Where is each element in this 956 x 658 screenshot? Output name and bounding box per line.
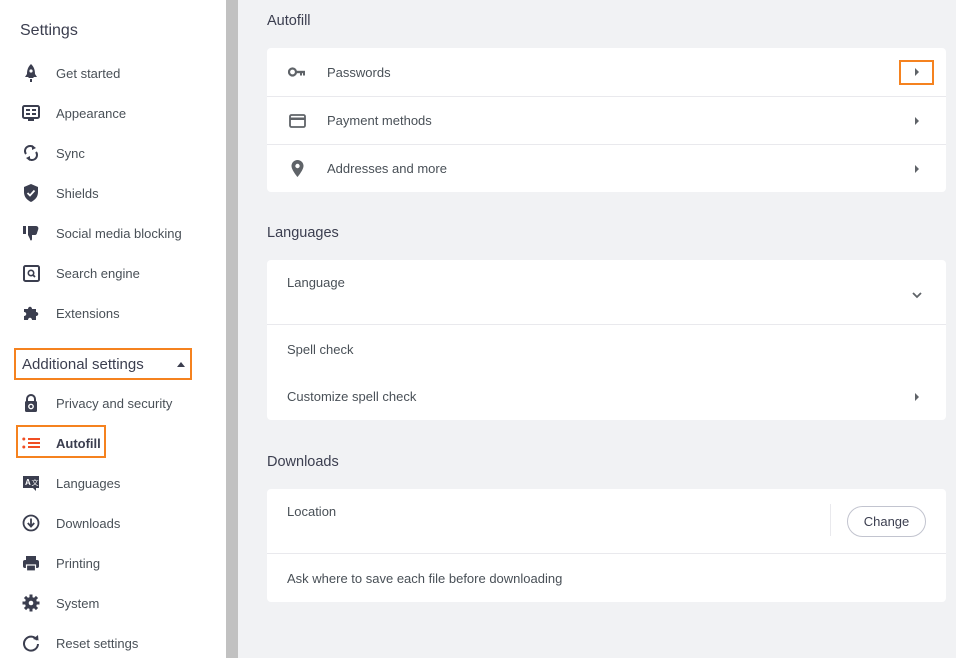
separator xyxy=(830,504,831,536)
sidebar-item-label: Appearance xyxy=(56,105,127,121)
language-label: Language xyxy=(287,275,345,290)
svg-text:文: 文 xyxy=(32,478,39,487)
rocket-icon xyxy=(20,62,42,84)
addresses-row[interactable]: Addresses and more xyxy=(267,145,946,192)
sidebar-item-downloads[interactable]: Downloads xyxy=(20,511,210,535)
payment-methods-row[interactable]: Payment methods xyxy=(267,97,946,145)
chevron-right-icon[interactable] xyxy=(915,392,919,401)
sidebar-scrollbar[interactable] xyxy=(226,0,238,658)
printer-icon xyxy=(20,552,42,574)
sidebar-item-label: System xyxy=(56,595,100,611)
sidebar-item-system[interactable]: System xyxy=(20,591,210,615)
sidebar-item-label: Autofill xyxy=(56,435,101,451)
downloads-card: Location Change Ask where to save each f… xyxy=(267,489,946,602)
payment-methods-label: Payment methods xyxy=(327,113,432,128)
sidebar-title: Settings xyxy=(20,22,78,39)
sidebar-item-extensions[interactable]: Extensions xyxy=(20,301,210,325)
chevron-right-icon[interactable] xyxy=(915,68,919,76)
location-pin-icon xyxy=(287,159,307,179)
autofill-section-title: Autofill xyxy=(267,13,311,29)
customize-spell-check-label: Customize spell check xyxy=(287,389,417,404)
spell-check-row[interactable]: Spell check xyxy=(267,325,946,373)
downloads-section-title: Downloads xyxy=(267,454,339,470)
languages-section-title: Languages xyxy=(267,225,339,241)
sidebar-item-search-engine[interactable]: Search engine xyxy=(20,261,210,285)
sidebar-item-label: Downloads xyxy=(56,515,121,531)
appearance-icon xyxy=(20,102,42,124)
language-row[interactable]: Language xyxy=(267,260,946,325)
sidebar-item-label: Search engine xyxy=(56,265,140,281)
sidebar-item-social-media-blocking[interactable]: Social media blocking xyxy=(20,221,210,245)
addresses-label: Addresses and more xyxy=(327,161,447,176)
passwords-label: Passwords xyxy=(327,64,391,80)
download-icon xyxy=(20,512,42,534)
sidebar-item-shields[interactable]: Shields xyxy=(20,181,210,205)
sidebar: Settings Get started Appearance Sync Shi… xyxy=(0,0,226,658)
chevron-right-icon[interactable] xyxy=(915,164,919,173)
main-content: Autofill Passwords Payment methods Addre… xyxy=(238,0,956,658)
sidebar-item-label: Privacy and security xyxy=(56,395,173,411)
sidebar-item-label: Languages xyxy=(56,475,121,491)
spell-check-label: Spell check xyxy=(287,341,354,357)
puzzle-icon xyxy=(20,302,42,324)
languages-card: Language Spell check Customize spell che… xyxy=(267,260,946,420)
autofill-list-icon xyxy=(20,432,42,454)
additional-settings-toggle[interactable]: Additional settings xyxy=(14,348,192,380)
credit-card-icon xyxy=(287,111,307,131)
chevron-down-icon[interactable] xyxy=(912,286,922,304)
passwords-row[interactable]: Passwords xyxy=(267,48,946,97)
sidebar-item-get-started[interactable]: Get started xyxy=(20,61,210,85)
sidebar-item-label: Reset settings xyxy=(56,635,139,651)
search-engine-icon xyxy=(20,262,42,284)
sidebar-item-label: Shields xyxy=(56,185,99,201)
languages-icon: A文 xyxy=(20,472,42,494)
sidebar-item-appearance[interactable]: Appearance xyxy=(20,101,210,125)
sidebar-item-label: Get started xyxy=(56,65,121,81)
sidebar-item-reset-settings[interactable]: Reset settings xyxy=(20,631,210,655)
ask-where-to-save-label: Ask where to save each file before downl… xyxy=(287,570,563,586)
change-location-button[interactable]: Change xyxy=(847,506,926,537)
reset-icon xyxy=(20,632,42,654)
shield-icon xyxy=(20,182,42,204)
svg-text:A: A xyxy=(25,478,31,487)
sidebar-item-label: Extensions xyxy=(56,305,120,321)
sidebar-item-label: Printing xyxy=(56,555,101,571)
chevron-right-icon[interactable] xyxy=(915,116,919,125)
autofill-card: Passwords Payment methods Addresses and … xyxy=(267,48,946,192)
sidebar-item-label: Sync xyxy=(56,145,85,161)
thumbs-down-icon xyxy=(20,222,42,244)
sidebar-item-autofill[interactable]: Autofill xyxy=(20,431,210,455)
sidebar-item-printing[interactable]: Printing xyxy=(20,551,210,575)
sidebar-item-privacy-and-security[interactable]: Privacy and security xyxy=(20,391,210,415)
additional-settings-label: Additional settings xyxy=(22,355,144,373)
sidebar-item-label: Social media blocking xyxy=(56,225,182,241)
sync-icon xyxy=(20,142,42,164)
ask-where-to-save-row[interactable]: Ask where to save each file before downl… xyxy=(267,554,946,602)
customize-spell-check-row[interactable]: Customize spell check xyxy=(267,373,946,420)
sidebar-item-languages[interactable]: A文 Languages xyxy=(20,471,210,495)
gear-icon xyxy=(20,592,42,614)
location-row: Location Change xyxy=(267,489,946,554)
sidebar-item-sync[interactable]: Sync xyxy=(20,141,210,165)
key-icon xyxy=(287,62,307,82)
lock-icon xyxy=(20,392,42,414)
caret-up-icon xyxy=(177,361,185,367)
